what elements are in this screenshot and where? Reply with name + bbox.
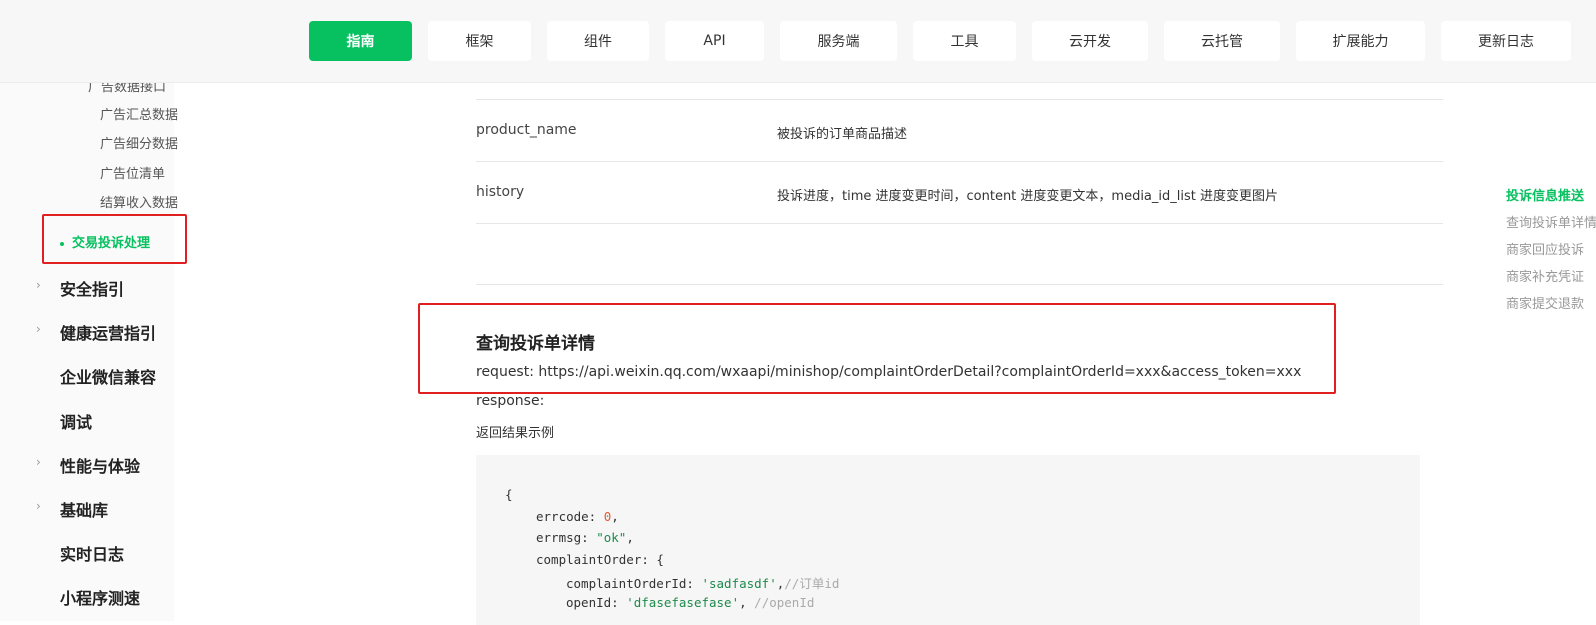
nav-tab-cloud-hosting[interactable]: 云托管 [1164,21,1280,61]
chevron-right-icon: › [36,499,41,513]
nav-tab-framework[interactable]: 框架 [428,21,531,61]
toc-item[interactable]: 查询投诉单详情 [1506,212,1596,239]
sidebar-section-debug[interactable]: 调试 [60,409,92,433]
table-divider [476,223,1443,224]
code-comment: //订单id [784,576,840,591]
sidebar-edge [174,82,330,621]
code-comment: //openId [746,595,815,610]
table-cell-key: product_name [476,122,577,138]
chevron-right-icon: › [36,322,41,336]
sidebar-item-ad-summary[interactable]: 广告汇总数据 [100,104,178,123]
highlight-box-main [418,303,1336,394]
code-line: complaintOrderId: 'sadfasdf',//订单id [566,576,840,591]
top-nav-bar: 指南 框架 组件 API 服务端 工具 云开发 云托管 扩展能力 更新日志 [0,0,1596,83]
code-key: errmsg: [536,530,597,545]
table-divider [476,161,1443,162]
sidebar-item-ad-slots[interactable]: 广告位清单 [100,163,165,182]
sidebar-section-security[interactable]: 安全指引 [60,276,124,300]
code-line: complaintOrder: { [536,552,664,567]
code-key: errcode: [536,509,604,524]
code-line: { [505,487,513,502]
code-line: errmsg: "ok", [536,530,634,545]
response-label: response: [476,393,545,409]
chevron-right-icon: › [36,278,41,292]
code-string: 'dfasefasefase' [626,595,740,610]
nav-tab-tools[interactable]: 工具 [913,21,1016,61]
nav-tab-cloud-dev[interactable]: 云开发 [1032,21,1148,61]
section-divider [476,284,1443,285]
sidebar-section-wecom[interactable]: 企业微信兼容 [60,364,156,388]
nav-tab-components[interactable]: 组件 [547,21,649,61]
sidebar-section-realtime-log[interactable]: 实时日志 [60,541,124,565]
table-divider [476,99,1443,100]
page-toc: 投诉信息推送 查询投诉单详情 商家回应投诉 商家补充凭证 商家提交退款 [1506,185,1596,320]
code-key: openId: [566,595,627,610]
code-string: 'sadfasdf' [701,576,777,591]
toc-item-current[interactable]: 投诉信息推送 [1506,185,1596,212]
code-line: openId: 'dfasefasefase', //openId [566,595,815,610]
chevron-right-icon: › [36,455,41,469]
code-string: "ok" [596,530,627,545]
nav-tab-server[interactable]: 服务端 [780,21,897,61]
example-label: 返回结果示例 [476,426,555,441]
table-cell-key: history [476,184,525,200]
nav-tab-extensions[interactable]: 扩展能力 [1296,21,1425,61]
highlight-box-sidebar [42,214,187,264]
table-cell-value: 被投诉的订单商品描述 [777,127,908,142]
main-content: product_name 被投诉的订单商品描述 history 投诉进度，tim… [330,82,1460,625]
sidebar-section-base-lib[interactable]: 基础库 [60,497,108,521]
sidebar: 广告数据接口 广告汇总数据 广告细分数据 广告位清单 结算收入数据 交易投诉处理… [0,80,330,621]
nav-tab-api[interactable]: API [665,21,764,61]
table-cell-value: 投诉进度，time 进度变更时间，content 进度变更文本，media_id… [777,189,1278,204]
sidebar-item-settlement[interactable]: 结算收入数据 [100,192,178,211]
code-key: complaintOrderId: [566,576,702,591]
sidebar-item-ad-detail[interactable]: 广告细分数据 [100,133,178,152]
toc-item[interactable]: 商家补充凭证 [1506,266,1596,293]
nav-tab-changelog[interactable]: 更新日志 [1441,21,1571,61]
code-block: { errcode: 0, errmsg: "ok", complaintOrd… [476,455,1420,625]
nav-tab-guide[interactable]: 指南 [309,21,412,61]
toc-item[interactable]: 商家回应投诉 [1506,239,1596,266]
sidebar-section-performance[interactable]: 性能与体验 [60,453,140,477]
sidebar-section-speed-test[interactable]: 小程序测速 [60,585,140,609]
code-line: errcode: 0, [536,509,619,524]
sidebar-section-health-ops[interactable]: 健康运营指引 [60,320,156,344]
toc-item[interactable]: 商家提交退款 [1506,293,1596,320]
